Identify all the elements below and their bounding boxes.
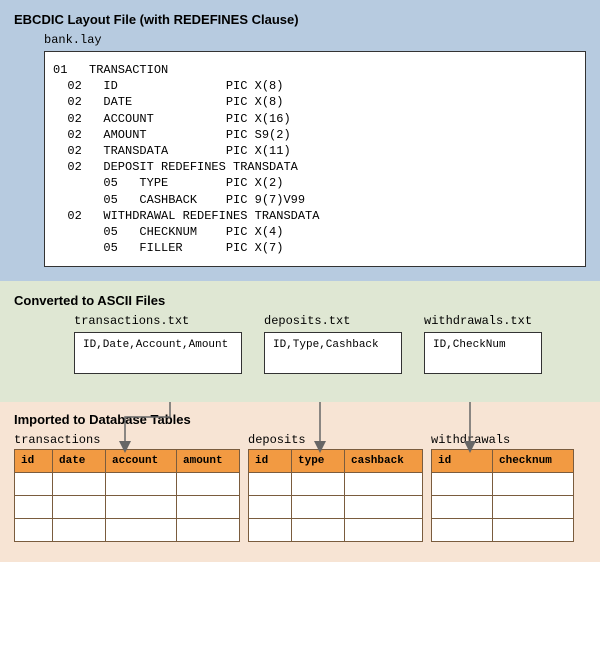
file-withdrawals: withdrawals.txt ID,CheckNum	[424, 314, 542, 374]
ebcdic-title: EBCDIC Layout File (with REDEFINES Claus…	[14, 12, 586, 27]
file-deposits: deposits.txt ID,Type,Cashback	[264, 314, 402, 374]
table-name: deposits	[248, 433, 423, 447]
table-transactions: transactions id date account amount	[14, 433, 240, 542]
db-table: id checknum	[431, 449, 574, 542]
col-header: cashback	[345, 450, 423, 473]
file-content: ID,Type,Cashback	[264, 332, 402, 374]
col-header: checknum	[493, 450, 574, 473]
db-table: id type cashback	[248, 449, 423, 542]
table-name: transactions	[14, 433, 240, 447]
table-name: withdrawals	[431, 433, 574, 447]
col-header: date	[53, 450, 106, 473]
db-section: Imported to Database Tables transactions…	[0, 402, 600, 562]
ebcdic-filename: bank.lay	[44, 33, 586, 47]
file-name: withdrawals.txt	[424, 314, 542, 328]
file-name: deposits.txt	[264, 314, 402, 328]
ebcdic-section: EBCDIC Layout File (with REDEFINES Claus…	[0, 0, 600, 281]
file-name: transactions.txt	[74, 314, 242, 328]
file-content: ID,Date,Account,Amount	[74, 332, 242, 374]
col-header: amount	[177, 450, 240, 473]
col-header: account	[106, 450, 177, 473]
col-header: type	[292, 450, 345, 473]
db-table: id date account amount	[14, 449, 240, 542]
ascii-title: Converted to ASCII Files	[14, 293, 586, 308]
files-row: transactions.txt ID,Date,Account,Amount …	[74, 314, 586, 374]
col-header: id	[249, 450, 292, 473]
table-deposits: deposits id type cashback	[248, 433, 423, 542]
file-transactions: transactions.txt ID,Date,Account,Amount	[74, 314, 242, 374]
ascii-section: Converted to ASCII Files transactions.tx…	[0, 281, 600, 402]
ebcdic-code-box: 01 TRANSACTION 02 ID PIC X(8) 02 DATE PI…	[44, 51, 586, 267]
file-content: ID,CheckNum	[424, 332, 542, 374]
db-title: Imported to Database Tables	[14, 412, 586, 427]
col-header: id	[432, 450, 493, 473]
table-withdrawals: withdrawals id checknum	[431, 433, 574, 542]
col-header: id	[15, 450, 53, 473]
tables-row: transactions id date account amount depo…	[14, 433, 586, 542]
